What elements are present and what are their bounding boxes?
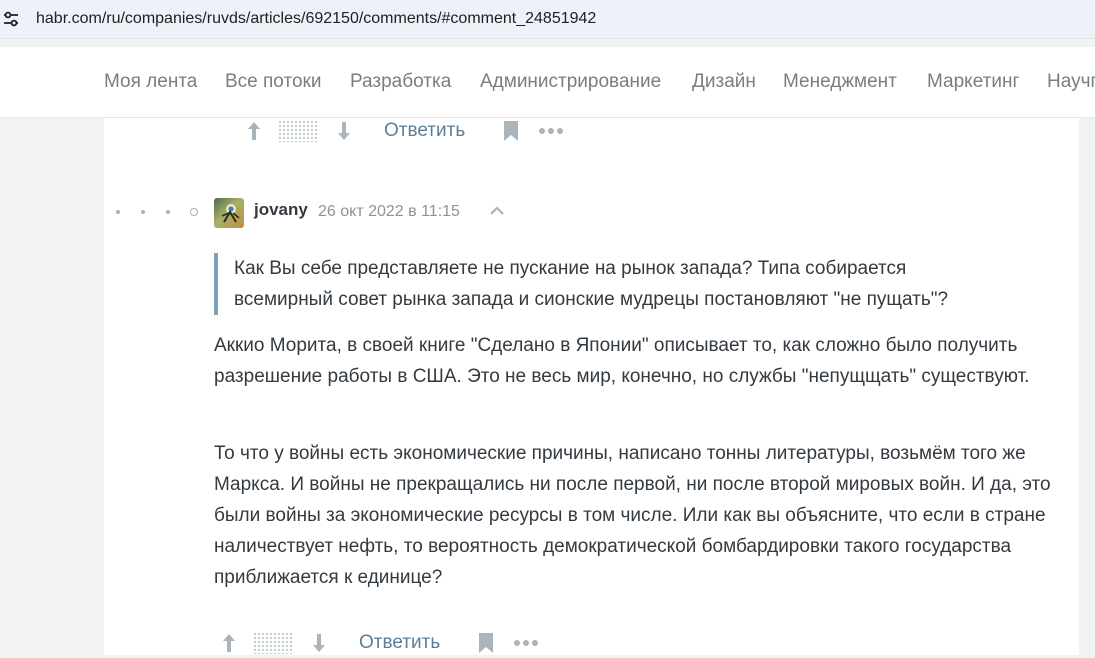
nav-item-all-streams[interactable]: Все потоки <box>225 47 321 117</box>
comment-timestamp[interactable]: 26 окт 2022 в 11:15 <box>318 203 460 221</box>
more-icon[interactable] <box>538 127 564 135</box>
vote-down-icon[interactable] <box>334 119 354 143</box>
site-nav: Моя лента Все потоки Разработка Админист… <box>0 47 1095 118</box>
thread-dot <box>116 210 120 214</box>
vote-down-icon[interactable] <box>309 631 329 655</box>
comment-quote: Как Вы себе представляете не пускание на… <box>214 253 984 315</box>
browser-address-bar[interactable]: habr.com/ru/companies/ruvds/articles/692… <box>0 0 1095 39</box>
vote-up-icon[interactable] <box>244 119 264 143</box>
vote-up-icon[interactable] <box>219 631 239 655</box>
thread-dot-current <box>190 208 198 216</box>
reply-button[interactable]: Ответить <box>359 628 440 658</box>
prev-comment-actions: Ответить <box>244 116 564 146</box>
comment-author[interactable]: jovany <box>254 200 308 220</box>
reply-button[interactable]: Ответить <box>384 116 465 146</box>
comment-actions: Ответить <box>219 628 539 658</box>
thread-dot <box>166 210 170 214</box>
thread-dot <box>141 210 145 214</box>
nav-item-popsci[interactable]: Научпоп <box>1047 47 1095 117</box>
comments-section: Ответить jovany 26 окт 2022 в 11:15 Как … <box>104 118 1079 655</box>
bookmark-icon[interactable] <box>502 120 520 142</box>
nav-item-design[interactable]: Дизайн <box>692 47 756 117</box>
nav-item-administration[interactable]: Администрирование <box>480 47 661 117</box>
tune-icon[interactable] <box>1 9 21 29</box>
more-icon[interactable] <box>513 639 539 647</box>
rating-placeholder <box>253 632 293 654</box>
avatar-image <box>221 204 240 223</box>
comment-paragraph: Аккио Морита, в своей книге "Сделано в Я… <box>214 335 1030 387</box>
avatar[interactable] <box>214 198 244 228</box>
url-text[interactable]: habr.com/ru/companies/ruvds/articles/692… <box>36 0 596 38</box>
nav-item-marketing[interactable]: Маркетинг <box>927 47 1019 117</box>
nav-item-management[interactable]: Менеджмент <box>783 47 897 117</box>
nav-item-development[interactable]: Разработка <box>350 47 451 117</box>
nav-item-my-feed[interactable]: Моя лента <box>104 47 197 117</box>
chevron-up-icon[interactable] <box>488 203 506 217</box>
comment-paragraph: То что у войны есть экономические причин… <box>214 443 1051 588</box>
rating-placeholder <box>278 120 318 142</box>
bookmark-icon[interactable] <box>477 632 495 654</box>
